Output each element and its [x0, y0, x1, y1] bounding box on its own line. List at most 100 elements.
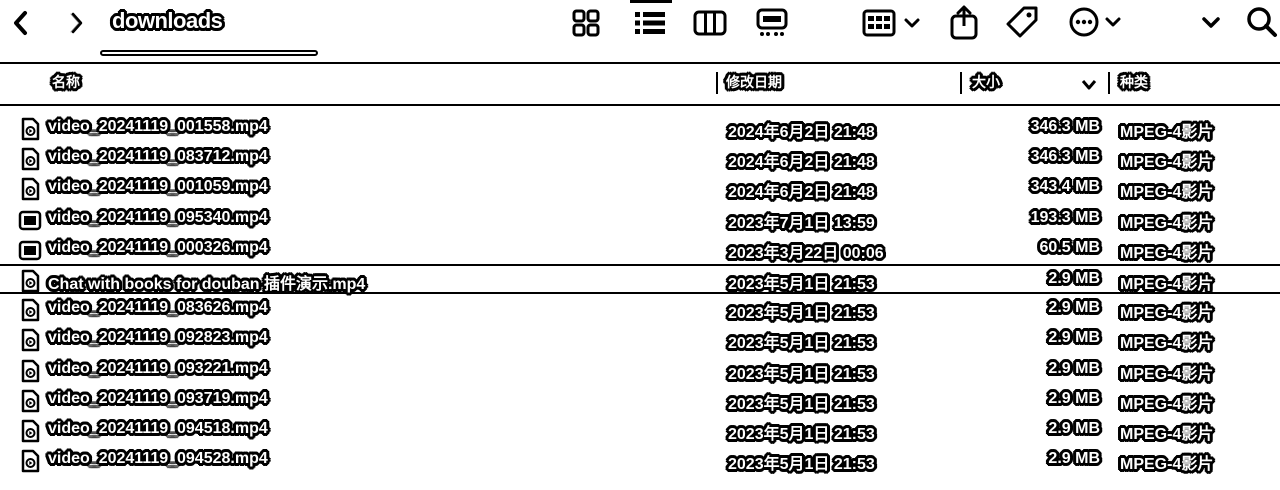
file-size: 193.3 MB [1030, 208, 1100, 226]
video-file-icon [21, 178, 40, 201]
columns-icon [693, 10, 727, 36]
video-file-icon [21, 419, 40, 443]
video-file-icon [21, 298, 40, 322]
file-name: Chat with books for douban 插件演示.mp4 [48, 276, 366, 293]
window-title: downloads [112, 8, 223, 33]
column-separator[interactable] [960, 72, 962, 94]
file-row[interactable]: video_20241119_092823.mp4 2023年5月1日 21:53… [0, 325, 1280, 355]
file-date-modified: 2024年6月2日 21:48 [728, 154, 875, 172]
header-divider [0, 104, 1280, 106]
icon-view-button[interactable] [568, 6, 604, 40]
file-date-modified: 2023年5月1日 21:53 [728, 305, 875, 323]
tag-button[interactable] [1002, 2, 1042, 42]
file-row[interactable]: video_20241119_001558.mp4 2024年6月2日 21:48… [0, 114, 1280, 144]
file-kind: MPEG-4影片 [1120, 214, 1214, 232]
file-name: video_20241119_001059.mp4 [48, 178, 268, 196]
column-header-kind[interactable]: 种类 [1120, 72, 1148, 92]
gallery-view-button[interactable] [752, 6, 792, 40]
share-button[interactable] [944, 2, 984, 42]
search-icon [1247, 7, 1277, 37]
file-size: 2.9 MB [1048, 359, 1100, 377]
chevron-right-icon [70, 12, 83, 34]
grid-icon [572, 9, 600, 37]
file-kind: MPEG-4影片 [1120, 395, 1214, 413]
video-thumbnail-icon [18, 240, 42, 261]
column-view-button[interactable] [690, 6, 730, 40]
file-row[interactable]: Chat with books for douban 插件演示.mp4 2023年… [0, 264, 1280, 294]
file-date-modified: 2024年6月2日 21:48 [728, 124, 875, 141]
back-button[interactable] [6, 8, 36, 38]
file-row[interactable]: video_20241119_000326.mp4 2023年3月22日 00:0… [0, 235, 1280, 265]
file-kind: MPEG-4影片 [1120, 184, 1214, 202]
file-kind: MPEG-4影片 [1120, 244, 1214, 262]
video-file-icon [21, 389, 40, 413]
file-row[interactable]: video_20241119_093719.mp4 2023年5月1日 21:53… [0, 386, 1280, 416]
file-name: video_20241119_094528.mp4 [48, 450, 268, 468]
list-view-button[interactable] [630, 6, 670, 40]
file-size: 343.4 MB [1030, 178, 1100, 196]
file-date-modified: 2023年5月1日 21:53 [728, 456, 875, 474]
group-grid-icon [862, 9, 920, 37]
file-date-modified: 2023年5月1日 21:53 [728, 395, 875, 413]
toolbar-overflow-button[interactable] [1196, 8, 1226, 38]
file-row[interactable]: video_20241119_083712.mp4 2024年6月2日 21:48… [0, 144, 1280, 174]
file-size: 60.5 MB [1039, 238, 1100, 256]
file-name: video_20241119_092823.mp4 [48, 329, 268, 347]
file-kind: MPEG-4影片 [1120, 276, 1214, 293]
file-size: 2.9 MB [1048, 329, 1100, 347]
file-kind: MPEG-4影片 [1120, 456, 1214, 474]
file-date-modified: 2023年5月1日 21:53 [728, 335, 875, 353]
column-separator[interactable] [716, 72, 718, 94]
chevron-left-icon [14, 11, 27, 35]
file-size: 2.9 MB [1048, 270, 1100, 287]
file-kind: MPEG-4影片 [1120, 426, 1214, 443]
video-file-icon [21, 329, 40, 352]
video-file-icon [21, 117, 40, 141]
toolbar: downloads [0, 0, 1280, 62]
file-name: video_20241119_095340.mp4 [48, 208, 268, 226]
column-header-name[interactable]: 名称 [52, 72, 80, 92]
file-row[interactable]: video_20241119_094518.mp4 2023年5月1日 21:53… [0, 416, 1280, 446]
search-button[interactable] [1244, 4, 1280, 40]
file-name: video_20241119_083712.mp4 [48, 148, 268, 166]
file-name: video_20241119_000326.mp4 [48, 238, 268, 256]
column-separator[interactable] [1108, 72, 1110, 94]
file-size: 346.3 MB [1030, 148, 1100, 166]
forward-button[interactable] [62, 8, 92, 38]
group-by-button[interactable] [860, 6, 924, 40]
column-header: 名称 修改日期 大小 种类 [0, 64, 1280, 104]
file-size: 2.9 MB [1048, 389, 1100, 407]
file-kind: MPEG-4影片 [1120, 365, 1214, 383]
file-row[interactable]: video_20241119_095340.mp4 2023年7月1日 13:59… [0, 205, 1280, 235]
file-date-modified: 2023年5月1日 21:53 [728, 426, 875, 443]
video-file-icon [21, 359, 40, 382]
file-row[interactable]: video_20241119_094528.mp4 2023年5月1日 21:53… [0, 446, 1280, 476]
column-header-size[interactable]: 大小 [972, 72, 1000, 92]
file-kind: MPEG-4影片 [1120, 305, 1214, 323]
gallery-icon [756, 8, 788, 36]
file-kind: MPEG-4影片 [1120, 154, 1214, 172]
actions-button[interactable] [1066, 4, 1130, 40]
video-file-icon [21, 269, 40, 293]
file-date-modified: 2024年6月2日 21:48 [728, 184, 875, 202]
column-header-date[interactable]: 修改日期 [726, 72, 782, 92]
file-row[interactable]: video_20241119_093221.mp4 2023年5月1日 21:53… [0, 356, 1280, 386]
file-kind: MPEG-4影片 [1120, 335, 1214, 353]
file-size: 2.9 MB [1048, 420, 1100, 437]
title-underline [100, 50, 318, 56]
tag-icon [1006, 6, 1038, 38]
video-file-icon [21, 147, 40, 171]
file-name: video_20241119_083626.mp4 [48, 299, 268, 317]
file-name: video_20241119_001558.mp4 [48, 118, 268, 135]
file-date-modified: 2023年7月1日 13:59 [728, 214, 875, 232]
file-kind: MPEG-4影片 [1120, 124, 1214, 141]
file-size: 346.3 MB [1030, 118, 1100, 135]
file-date-modified: 2023年3月22日 00:06 [728, 244, 884, 262]
file-row[interactable]: video_20241119_083626.mp4 2023年5月1日 21:53… [0, 295, 1280, 325]
list-icon [635, 12, 665, 34]
file-row[interactable]: video_20241119_001059.mp4 2024年6月2日 21:48… [0, 174, 1280, 204]
chevron-down-icon [1202, 17, 1220, 28]
file-size: 2.9 MB [1048, 299, 1100, 317]
sort-descending-icon[interactable] [1080, 78, 1098, 92]
file-date-modified: 2023年5月1日 21:53 [728, 276, 875, 293]
